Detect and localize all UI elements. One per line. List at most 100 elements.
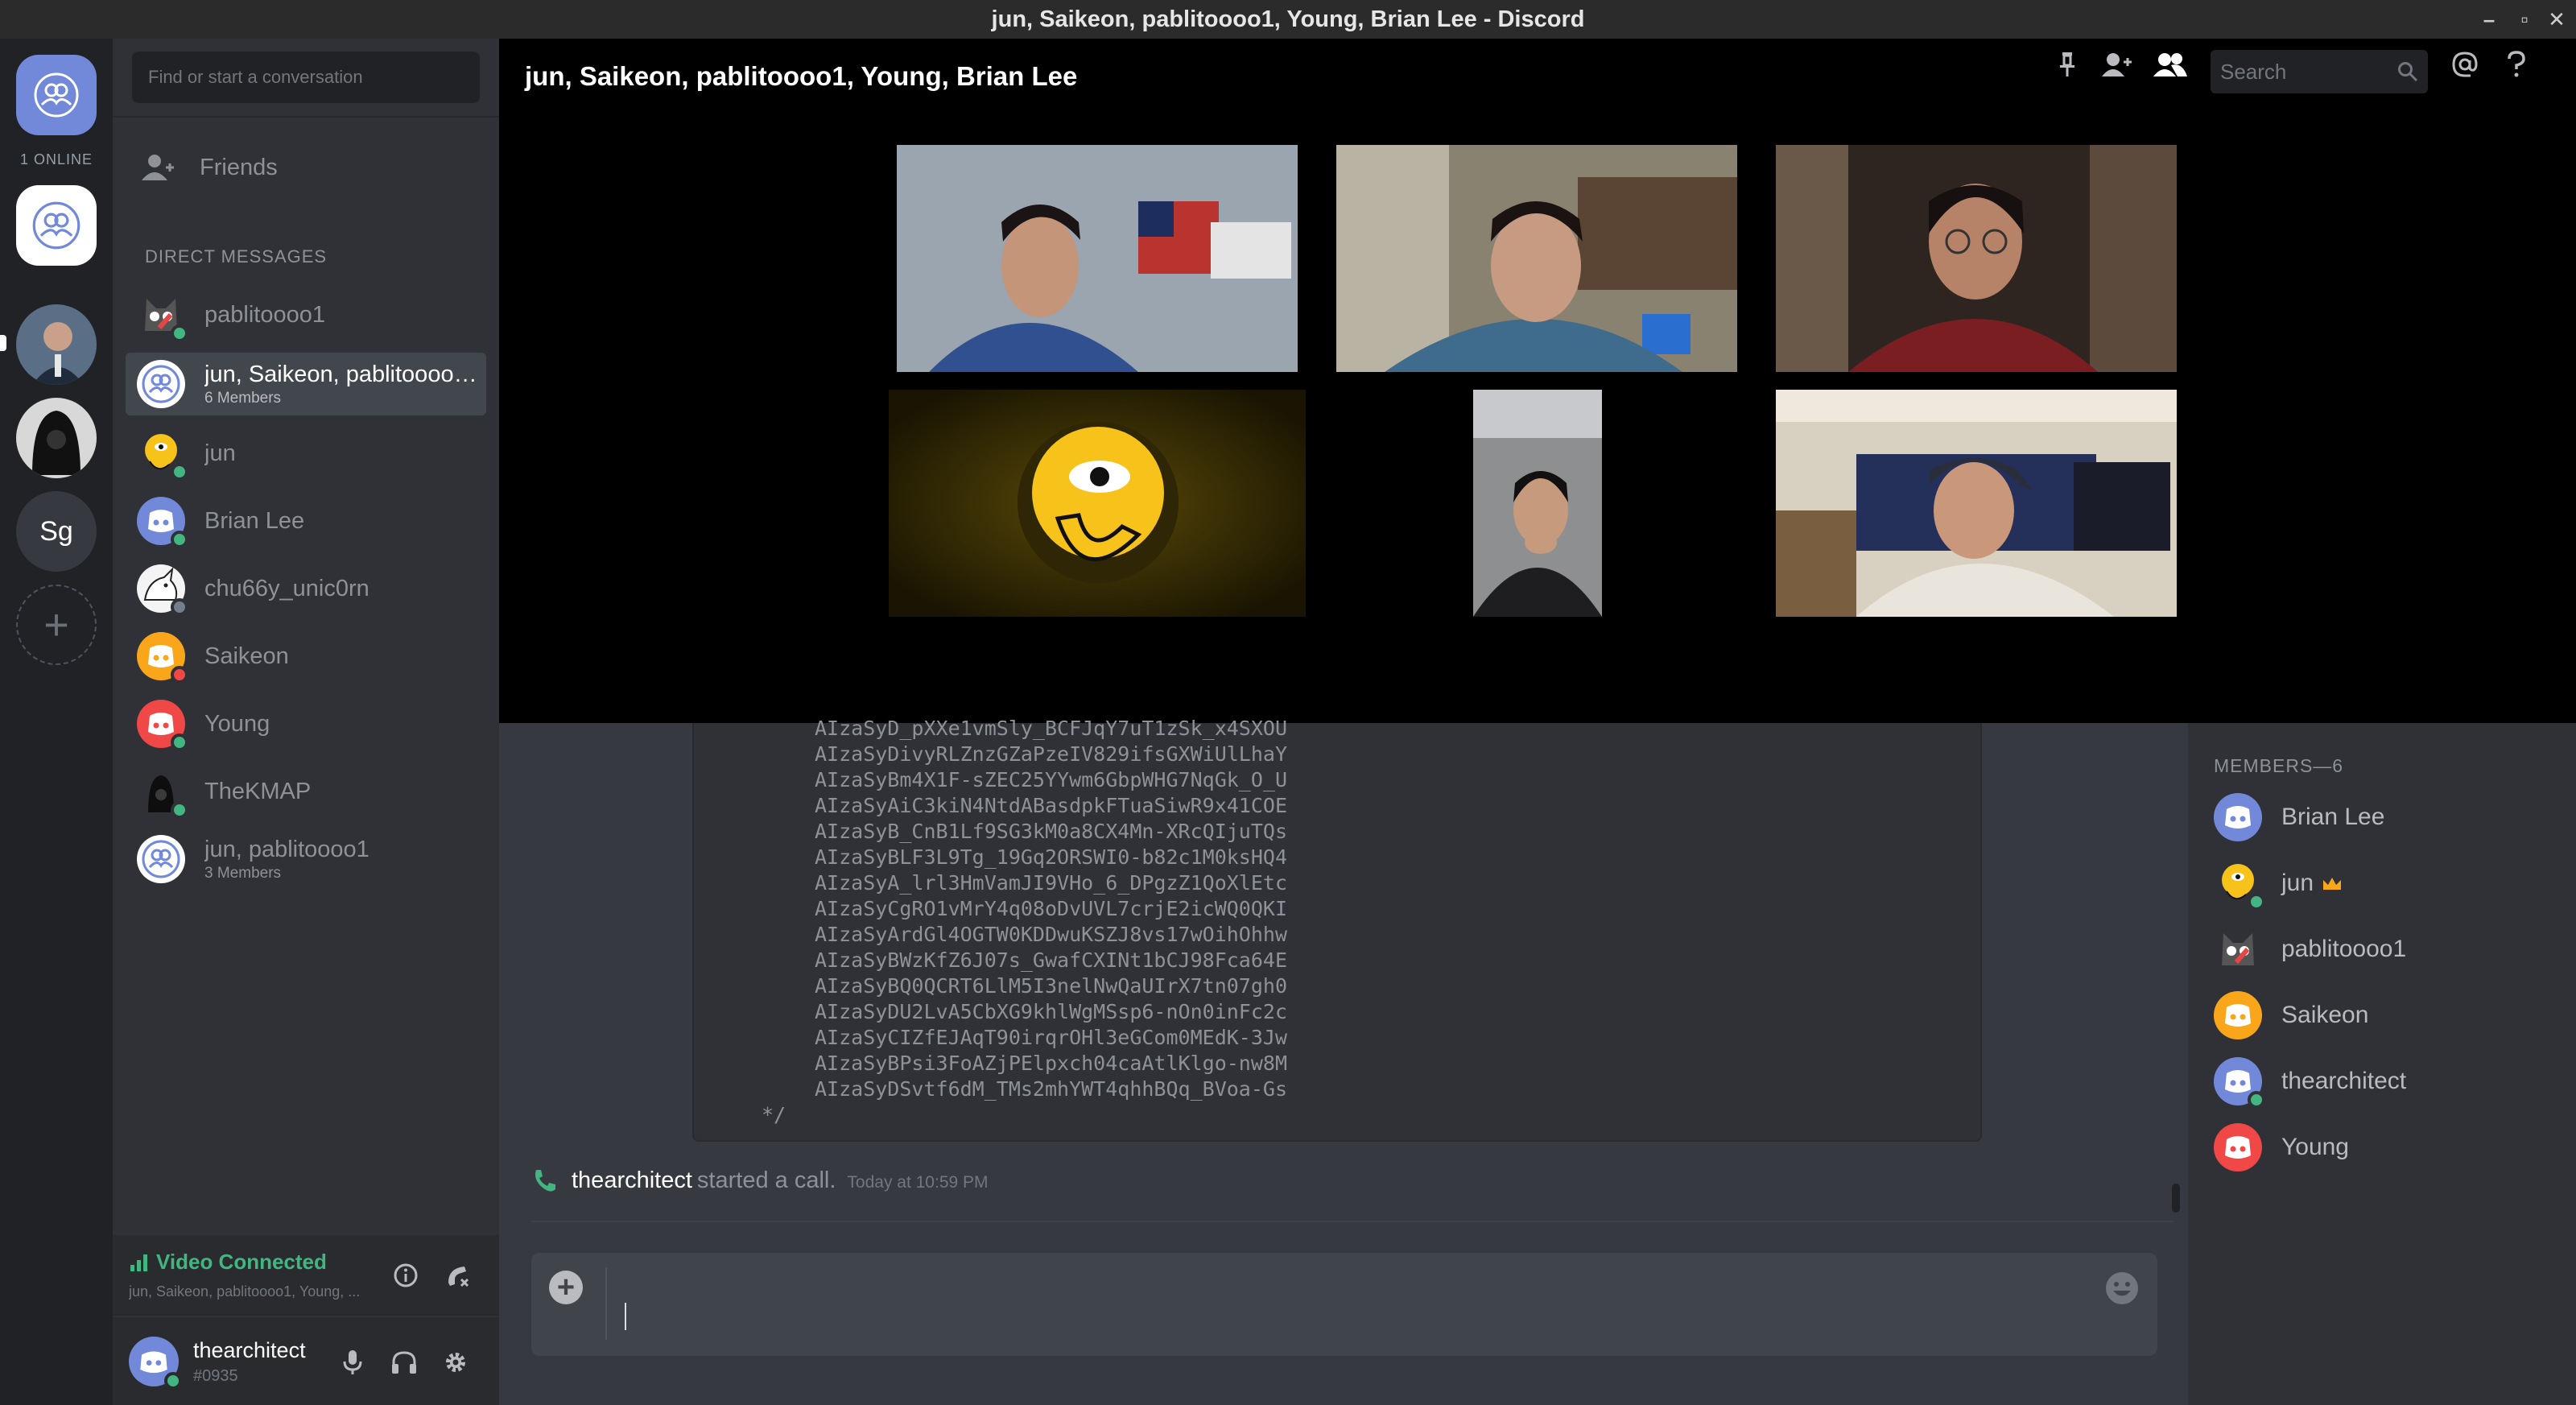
member-brian-lee[interactable]: Brian Lee (2214, 791, 2552, 844)
pin-icon[interactable] (2048, 45, 2087, 84)
dm-name: TheKMAP (204, 778, 312, 804)
video-call-area: jun, Saikeon, pablitoooo1, Young, Brian … (499, 39, 2576, 723)
avatar (137, 291, 188, 342)
participant-video (1776, 390, 2177, 617)
code-line: AIzaSyA_lrl3HmVamJI9VHo_6_DPgzZ1QoXlEtc (815, 871, 1287, 895)
signal-strength-icon (130, 1254, 147, 1271)
username: thearchitect (193, 1338, 306, 1362)
thinking-emoji-avatar (889, 390, 1306, 617)
message-composer[interactable]: + (531, 1253, 2157, 1356)
find-conversation-input[interactable]: Find or start a conversation (132, 52, 480, 103)
video-tile-participant[interactable] (1776, 390, 2177, 617)
avatar (137, 360, 185, 408)
microphone-icon[interactable] (336, 1346, 369, 1378)
dm-item-thekmap[interactable]: TheKMAP (126, 760, 486, 823)
video-tile-participant[interactable] (897, 145, 1298, 372)
online-status-icon (171, 324, 188, 342)
add-attachment-button[interactable]: + (549, 1271, 583, 1304)
message-timestamp: Today at 10:59 PM (847, 1173, 989, 1192)
search-placeholder: Search (2220, 60, 2287, 84)
close-icon[interactable]: ✕ (2541, 0, 2573, 39)
dm-item-young[interactable]: Young (126, 692, 486, 755)
disconnect-call-icon[interactable] (441, 1259, 473, 1291)
message-author[interactable]: thearchitect (572, 1167, 692, 1194)
video-tile-avatar[interactable] (889, 390, 1306, 617)
settings-gear-icon[interactable] (440, 1346, 472, 1378)
add-server-button[interactable]: + (16, 585, 97, 665)
participant-video (1336, 145, 1737, 372)
code-line: AIzaSyD_pXXe1vmSly_BCFJqY7uT1zSk_x4SXOU (815, 717, 1287, 740)
avatar (137, 632, 188, 684)
member-pablitoooo1[interactable]: pablitoooo1 (2214, 923, 2552, 976)
crown-icon (2323, 878, 2342, 890)
video-tile-participant[interactable] (1776, 145, 2177, 372)
video-tile-participant[interactable] (1473, 390, 1602, 617)
avatar (137, 564, 188, 616)
mentions-icon[interactable] (2446, 45, 2484, 84)
dm-item-group-call[interactable]: jun, Saikeon, pablitoooo1, Young, Brian … (126, 353, 486, 415)
discord-logo-icon (2225, 1004, 2251, 1027)
code-line: AIzaSyArdGl4OGTW0KDDwuKSZJ8vs17wOihOhhw (815, 923, 1287, 946)
avatar (2214, 925, 2262, 973)
group-dm-server-icon[interactable] (16, 185, 97, 266)
dm-name: Brian Lee (204, 507, 305, 534)
online-status-icon (2248, 1091, 2265, 1109)
hacker-server-icon[interactable] (16, 398, 97, 478)
voice-status: Video Connected (129, 1250, 327, 1275)
unread-indicator (0, 335, 6, 351)
divider (113, 116, 499, 118)
code-line: AIzaSyBPsi3FoAZjPElpxch04caAtlKlgo-nw8M (815, 1052, 1287, 1075)
headphones-icon[interactable] (388, 1346, 420, 1378)
video-tile-participant[interactable] (1336, 145, 1737, 372)
search-icon (2398, 62, 2418, 82)
voice-participants: jun, Saikeon, pablitoooo1, Young, ... (129, 1283, 361, 1300)
help-icon[interactable] (2497, 45, 2536, 84)
minimize-icon[interactable]: – (2473, 0, 2505, 39)
member-name: Saikeon (2281, 1002, 2369, 1028)
online-count: 1 ONLINE (19, 151, 93, 167)
code-line: AIzaSyAiC3kiN4NtdABasdpkFTuaSiwR9x41COE (815, 794, 1287, 817)
code-line: AIzaSyCgRO1vMrY4q08oDvUVL7crjE2icWQ0QKI (815, 897, 1287, 920)
avatar (2214, 859, 2265, 911)
member-jun[interactable]: jun (2214, 857, 2552, 911)
dm-item-pablitoooo1[interactable]: pablitoooo1 (126, 283, 486, 346)
friends-home-button[interactable] (16, 55, 97, 135)
friends-nav-item[interactable]: Friends (126, 142, 486, 193)
member-young[interactable]: Young (2214, 1121, 2552, 1174)
member-list-toggle-icon[interactable] (2151, 45, 2190, 84)
chat-scrollbar[interactable] (2172, 1184, 2180, 1213)
dm-item-group-small[interactable]: jun, pablitoooo1 3 Members (126, 828, 486, 891)
window-titlebar: jun, Saikeon, pablitoooo1, Young, Brian … (0, 0, 2576, 39)
code-line: AIzaSyBm4X1F-sZEC25YYwm6GbpWHG7NqGk_O_U (815, 768, 1287, 791)
direct-messages-header: DIRECT MESSAGES (145, 246, 328, 267)
dm-item-chu66y[interactable]: chu66y_unic0rn (126, 557, 486, 620)
emoji-picker-icon[interactable] (2104, 1271, 2140, 1306)
dm-item-brian-lee[interactable]: Brian Lee (126, 490, 486, 552)
maximize-icon[interactable]: ▫ (2508, 0, 2541, 39)
member-name: Young (2281, 1134, 2349, 1160)
user-avatar[interactable] (129, 1337, 182, 1390)
code-line: AIzaSyBQ0QCRT6LlM5I3nelNwQaUIrX7tn07gh0 (815, 974, 1287, 998)
dm-item-saikeon[interactable]: Saikeon (126, 625, 486, 688)
dm-item-jun[interactable]: jun (126, 422, 486, 485)
search-input[interactable]: Search (2211, 50, 2428, 93)
discord-logo-icon (2225, 1136, 2251, 1159)
avatar (137, 700, 188, 751)
group-icon (142, 365, 180, 403)
sg-server-icon[interactable]: Sg (16, 491, 97, 572)
connection-info-icon[interactable] (390, 1259, 422, 1291)
call-title: jun, Saikeon, pablitoooo1, Young, Brian … (525, 61, 1078, 91)
avatar (2214, 991, 2262, 1039)
online-status-icon (171, 531, 188, 548)
avatar (2214, 793, 2262, 841)
member-saikeon[interactable]: Saikeon (2214, 989, 2552, 1042)
server-list: 1 ONLINE Sg + (0, 39, 113, 1405)
code-line: AIzaSyBWzKfZ6J07s_GwafCXINt1bCJ98Fca64E (815, 948, 1287, 972)
dm-name: Saikeon (204, 643, 289, 669)
user-avatar-server[interactable] (16, 304, 97, 385)
add-friend-icon[interactable] (2098, 45, 2136, 84)
group-icon (32, 201, 80, 250)
member-thearchitect[interactable]: thearchitect (2214, 1055, 2552, 1109)
chat-area: AIzaSyD_pXXe1vmSly_BCFJqY7uT1zSk_x4SXOU … (499, 717, 2188, 1405)
code-comment-end: */ (762, 1103, 786, 1126)
